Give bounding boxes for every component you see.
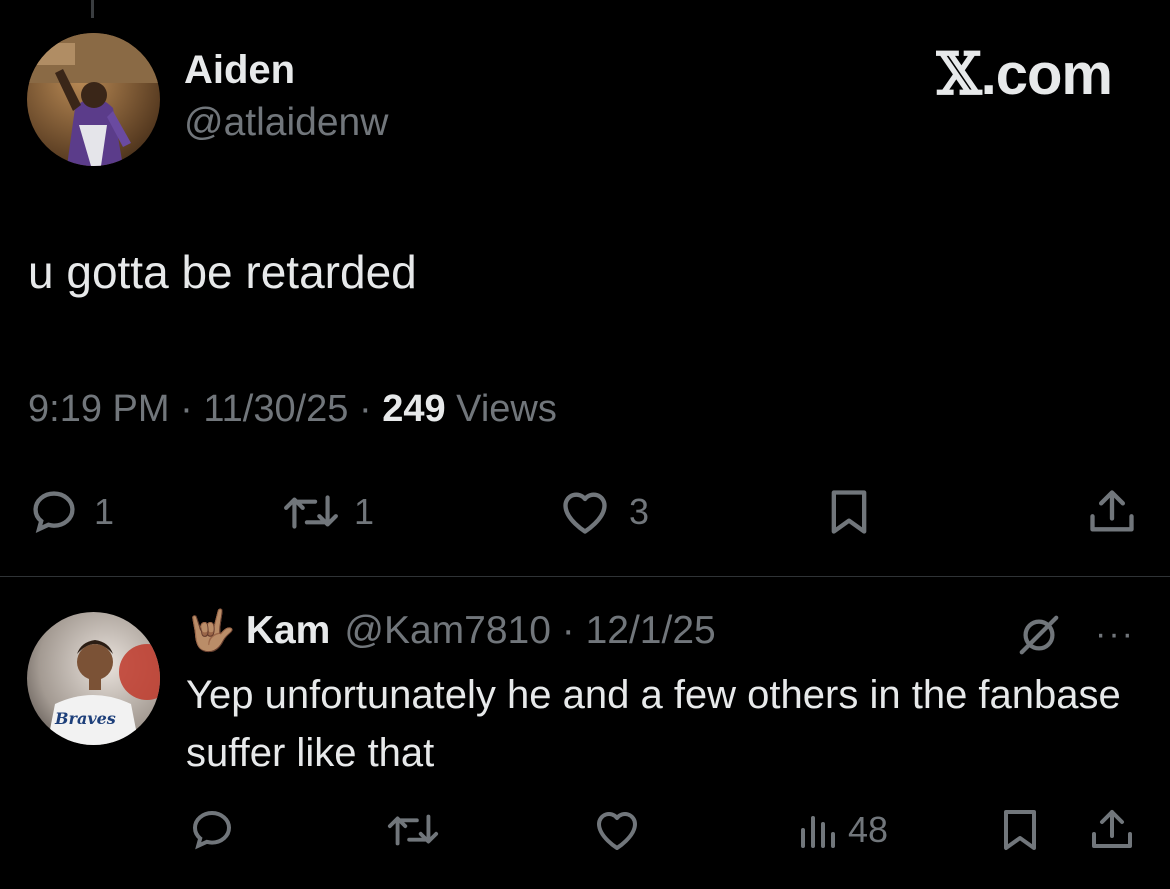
repost-button[interactable] (386, 806, 440, 854)
svg-text:Braves: Braves (54, 709, 116, 728)
tweet-meta: 9:19 PM · 11/30/25 · 249 Views (28, 388, 557, 431)
more-options-button[interactable]: ··· (1095, 615, 1135, 654)
name-emoji: 🤟🏽 (186, 609, 236, 653)
reply-author-handle[interactable]: @Kam7810 (344, 609, 551, 653)
bookmark-icon (831, 490, 867, 534)
bookmark-button[interactable] (823, 486, 875, 538)
share-icon (1090, 490, 1134, 532)
author-handle[interactable]: @atlaidenw (184, 101, 388, 145)
watermark-text: .com (980, 42, 1113, 107)
avatar[interactable] (27, 33, 160, 166)
bookmark-icon (1004, 810, 1036, 850)
views-button[interactable]: 48 (796, 806, 888, 854)
repost-icon (387, 814, 439, 846)
reply-icon (192, 810, 232, 850)
share-button[interactable] (1086, 486, 1138, 538)
like-count: 3 (629, 491, 650, 532)
divider (0, 576, 1170, 577)
grok-button[interactable] (1016, 612, 1062, 663)
thread-connector (91, 0, 94, 18)
views-count: 48 (848, 809, 889, 850)
reply-count: 1 (94, 491, 115, 532)
repost-count: 1 (354, 491, 375, 532)
grok-icon (1019, 615, 1059, 655)
share-button[interactable] (1088, 806, 1136, 854)
avatar-photo: Braves (47, 640, 160, 745)
like-button[interactable] (590, 806, 644, 854)
reply-action-bar: 48 (0, 806, 1170, 852)
heart-icon (597, 812, 637, 850)
tweet-action-bar: 1 1 3 (0, 486, 1170, 542)
reply-header: 🤟🏽 Kam @Kam7810 · 12/1/25 (186, 607, 716, 654)
tweet-text: u gotta be retarded (28, 246, 417, 298)
tweet-date[interactable]: 11/30/25 (203, 388, 348, 430)
reply-button[interactable]: 1 (28, 486, 114, 538)
reply-date[interactable]: 12/1/25 (586, 609, 716, 653)
reply-button[interactable] (188, 806, 236, 854)
like-button[interactable]: 3 (555, 486, 649, 538)
meta-separator: · (358, 388, 383, 430)
avatar-photo (27, 33, 160, 166)
repost-button[interactable]: 1 (282, 486, 374, 538)
views-count: 249 (382, 388, 446, 430)
meta-separator: · (180, 388, 204, 430)
x-watermark: 𝕏.com (936, 40, 1113, 108)
reply-avatar[interactable]: Braves (27, 612, 160, 745)
bookmark-button[interactable] (996, 806, 1044, 854)
reply-text: Yep unfortunately he and a few others in… (186, 673, 1121, 775)
tweet-time[interactable]: 9:19 PM (28, 388, 170, 430)
share-icon (1092, 810, 1132, 848)
meta-separator: · (550, 608, 586, 652)
views-label: Views (456, 388, 557, 430)
repost-icon (284, 495, 338, 529)
reply-author-name[interactable]: Kam (246, 609, 331, 653)
analytics-icon (801, 816, 835, 848)
author-name[interactable]: Aiden (184, 48, 295, 93)
heart-icon (563, 492, 607, 534)
reply-icon (33, 491, 75, 534)
